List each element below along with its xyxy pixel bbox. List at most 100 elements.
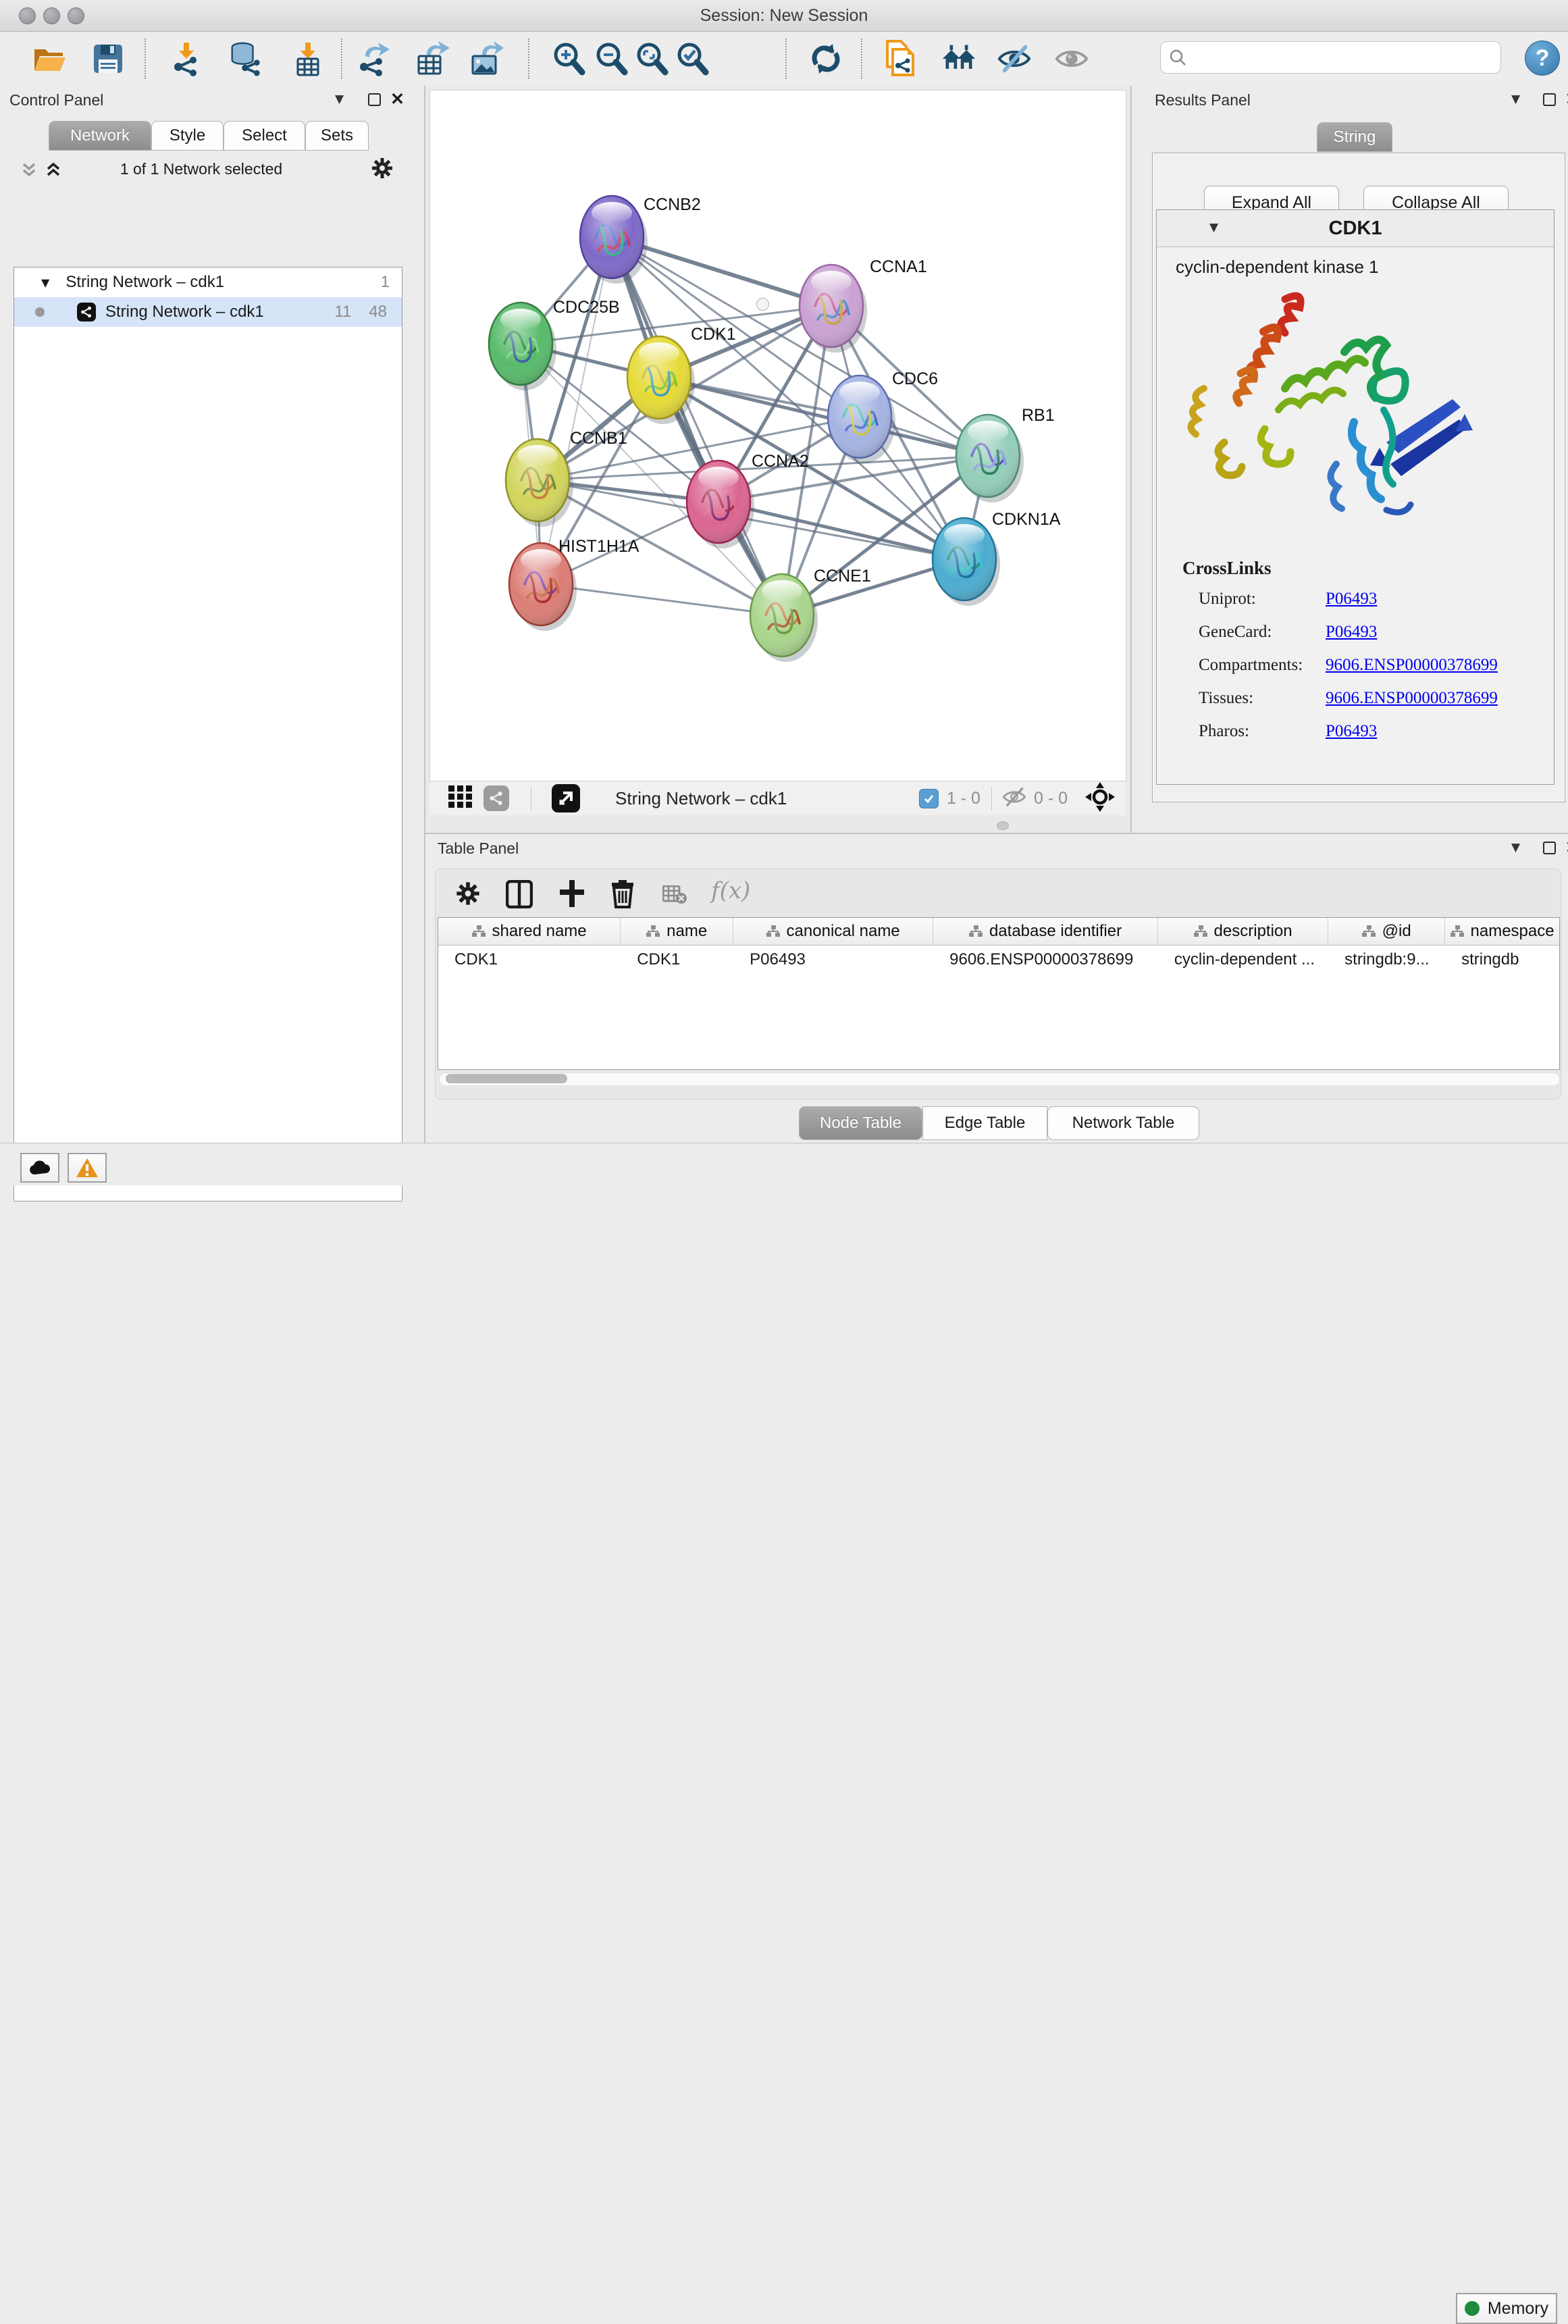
column-header[interactable]: name bbox=[621, 918, 733, 945]
table-scrollbar-thumb[interactable] bbox=[446, 1074, 567, 1083]
node-label-rb1: RB1 bbox=[1022, 406, 1055, 425]
zoom-out-icon[interactable] bbox=[594, 41, 629, 76]
protein-node-rb1[interactable]: RB1 bbox=[956, 406, 1055, 502]
add-column-icon[interactable] bbox=[558, 879, 585, 912]
search-input[interactable] bbox=[1186, 47, 1500, 68]
tab-sets[interactable]: Sets bbox=[305, 121, 369, 151]
node-label-cdk1: CDK1 bbox=[691, 325, 736, 344]
protein-node-cdkn1a[interactable]: CDKN1A bbox=[933, 510, 1061, 606]
zoom-selected-icon[interactable] bbox=[675, 41, 710, 76]
column-header[interactable]: namespace bbox=[1445, 918, 1559, 945]
table-panel-float-icon[interactable]: ▼ bbox=[1511, 841, 1520, 854]
column-header[interactable]: shared name bbox=[438, 918, 621, 945]
gene-section: ▼ CDK1 cyclin-dependent kinase 1 CrossLi… bbox=[1156, 209, 1554, 785]
tab-string[interactable]: String bbox=[1317, 122, 1392, 152]
toolbar-separator bbox=[341, 38, 342, 79]
selected-count: 1 - 0 bbox=[947, 789, 981, 808]
node-label-cdc6: CDC6 bbox=[892, 369, 938, 388]
hide-selected-eye-icon[interactable] bbox=[997, 41, 1032, 76]
tab-style[interactable]: Style bbox=[151, 121, 224, 151]
protein-node-ccnb1[interactable]: CCNB1 bbox=[506, 429, 627, 527]
crosslink-value[interactable]: 9606.ENSP00000378699 bbox=[1326, 689, 1498, 708]
delete-column-trash-icon[interactable] bbox=[610, 879, 635, 912]
table-panel-maximize-icon[interactable] bbox=[1543, 842, 1556, 854]
export-image-icon[interactable] bbox=[469, 41, 504, 76]
crosslink-value[interactable]: P06493 bbox=[1326, 590, 1377, 609]
table-row[interactable]: CDK1 CDK1 P06493 9606.ENSP00000378699 cy… bbox=[438, 946, 1559, 974]
footer-separator bbox=[991, 786, 992, 810]
results-panel-title: Results Panel bbox=[1155, 91, 1251, 109]
control-panel-maximize-icon[interactable] bbox=[368, 93, 381, 106]
table-horizontal-scrollbar[interactable] bbox=[439, 1073, 1560, 1086]
memory-status-dot bbox=[1465, 2301, 1480, 2316]
protein-node-hist1h1a[interactable]: HIST1H1A bbox=[509, 537, 639, 631]
center-view-crosshair-icon[interactable] bbox=[1085, 782, 1115, 815]
save-session-icon[interactable] bbox=[90, 41, 126, 76]
home-icon[interactable] bbox=[941, 41, 976, 76]
crosslink-value[interactable]: 9606.ENSP00000378699 bbox=[1326, 656, 1498, 675]
column-header[interactable]: database identifier bbox=[933, 918, 1158, 945]
selected-checkbox-icon[interactable] bbox=[919, 789, 939, 808]
protein-node-ccna2[interactable]: CCNA2 bbox=[687, 452, 809, 548]
tab-network-table[interactable]: Network Table bbox=[1047, 1106, 1199, 1140]
column-type-icon bbox=[472, 925, 486, 937]
crosslinks-title: CrossLinks bbox=[1182, 558, 1528, 579]
protein-node-cdc25b[interactable]: CDC25B bbox=[489, 298, 620, 390]
crosslink-row: Compartments: 9606.ENSP00000378699 bbox=[1182, 656, 1528, 675]
import-table-icon[interactable] bbox=[290, 41, 325, 76]
node-label-ccna2: CCNA2 bbox=[752, 452, 809, 471]
tab-node-table[interactable]: Node Table bbox=[799, 1106, 922, 1140]
memory-button[interactable]: Memory bbox=[1456, 2293, 1557, 2324]
table-divider-grip[interactable] bbox=[997, 821, 1009, 830]
crosslink-row: GeneCard: P06493 bbox=[1182, 623, 1528, 642]
open-in-new-window-icon[interactable] bbox=[552, 784, 580, 812]
protein-node-ccne1[interactable]: CCNE1 bbox=[750, 567, 871, 662]
control-panel-float-icon[interactable]: ▼ bbox=[335, 93, 344, 106]
column-header[interactable]: description bbox=[1158, 918, 1328, 945]
birds-eye-grid-icon[interactable] bbox=[448, 785, 473, 812]
tab-select[interactable]: Select bbox=[224, 121, 305, 151]
warnings-button[interactable] bbox=[68, 1153, 107, 1183]
collection-expand-caret[interactable]: ▼ bbox=[41, 276, 49, 289]
tab-edge-table[interactable]: Edge Table bbox=[922, 1106, 1047, 1140]
gene-section-header[interactable]: ▼ CDK1 bbox=[1157, 210, 1554, 247]
export-table-icon[interactable] bbox=[415, 41, 450, 76]
table-settings-gear-icon[interactable] bbox=[454, 880, 481, 910]
column-header[interactable]: @id bbox=[1328, 918, 1445, 945]
column-header[interactable]: canonical name bbox=[733, 918, 933, 945]
results-panel-float-icon[interactable]: ▼ bbox=[1511, 93, 1520, 106]
zoom-fit-icon[interactable] bbox=[634, 41, 669, 76]
search-field[interactable] bbox=[1160, 41, 1501, 74]
network-collection-row[interactable]: ▼ String Network – cdk1 1 bbox=[14, 267, 402, 297]
network-canvas[interactable]: CCNB2CCNA1CDC25BCDK1CDC6RB1CCNB1CCNA2CDK… bbox=[429, 90, 1126, 781]
protein-node-cdk1[interactable]: CDK1 bbox=[627, 325, 736, 424]
clone-network-icon[interactable] bbox=[882, 41, 917, 76]
help-button[interactable]: ? bbox=[1525, 41, 1560, 76]
network-view-title: String Network – cdk1 bbox=[615, 788, 787, 809]
show-columns-icon[interactable] bbox=[506, 880, 533, 912]
cloud-status-button[interactable] bbox=[20, 1153, 59, 1183]
table-panel-close-icon[interactable]: ✕ bbox=[1565, 840, 1568, 856]
network-options-gear-icon[interactable] bbox=[370, 156, 394, 184]
results-panel-maximize-icon[interactable] bbox=[1543, 93, 1556, 106]
results-panel-close-icon[interactable]: ✕ bbox=[1565, 91, 1568, 108]
tab-network[interactable]: Network bbox=[49, 121, 151, 151]
export-network-icon[interactable] bbox=[356, 41, 391, 76]
control-panel-close-icon[interactable]: ✕ bbox=[390, 91, 404, 108]
apply-layout-icon[interactable] bbox=[808, 41, 843, 76]
node-table[interactable]: shared name name canonical name database… bbox=[438, 917, 1560, 1070]
import-network-database-icon[interactable] bbox=[227, 41, 262, 76]
main-toolbar: ? bbox=[0, 32, 1568, 86]
crosslink-value[interactable]: P06493 bbox=[1326, 722, 1377, 741]
zoom-in-icon[interactable] bbox=[551, 41, 586, 76]
network-row[interactable]: String Network – cdk1 11 48 bbox=[14, 297, 402, 327]
divider-grip-dot[interactable] bbox=[756, 298, 769, 311]
crosslink-value[interactable]: P06493 bbox=[1326, 623, 1377, 642]
gene-collapse-caret[interactable]: ▼ bbox=[1209, 221, 1218, 234]
network-share-icon[interactable] bbox=[484, 785, 509, 811]
open-session-icon[interactable] bbox=[32, 41, 68, 76]
toolbar-separator bbox=[785, 38, 787, 79]
import-network-file-icon[interactable] bbox=[169, 41, 204, 76]
protein-node-ccnb2[interactable]: CCNB2 bbox=[580, 195, 701, 284]
column-type-icon bbox=[1362, 925, 1376, 937]
